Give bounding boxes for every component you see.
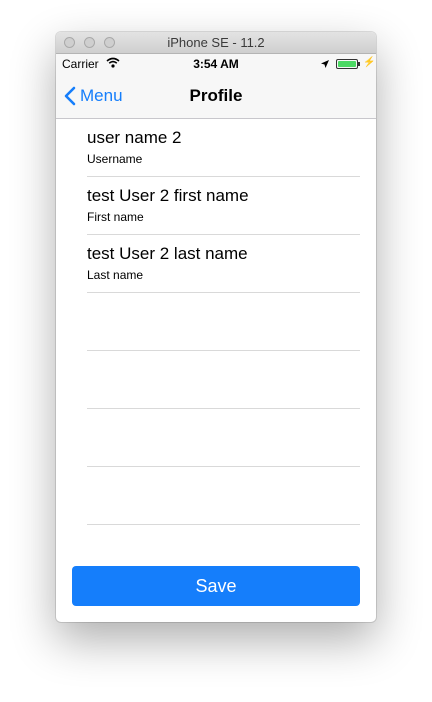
charging-bolt-icon: ⚡ [363,57,376,68]
window-titlebar: iPhone SE - 11.2 [56,32,376,54]
page-title: Profile [189,86,243,105]
first-name-value: test User 2 first name [87,186,249,205]
empty-row [87,351,360,409]
username-label: Username [87,152,143,166]
save-button[interactable]: Save [72,566,360,606]
battery-nub [358,62,360,66]
last-name-value: test User 2 last name [87,244,248,263]
first-name-label: First name [87,210,144,224]
empty-row [87,467,360,525]
status-bar: Carrier 3:54 AM ⚡ [56,54,376,74]
empty-row [87,409,360,467]
navigation-bar: Menu Profile [56,74,376,119]
last-name-row[interactable]: test User 2 last name Last name [87,235,360,293]
window-title: iPhone SE - 11.2 [167,35,265,50]
username-value: user name 2 [87,128,182,147]
username-row[interactable]: user name 2 Username [87,119,360,177]
battery-level [338,61,356,67]
empty-row [87,293,360,351]
last-name-label: Last name [87,268,144,282]
location-arrow-icon [320,58,330,72]
battery-icon [336,59,360,69]
simulator-window: iPhone SE - 11.2 Carrier 3:54 AM ⚡ Menu [56,32,376,622]
first-name-row[interactable]: test User 2 first name First name [87,177,360,235]
